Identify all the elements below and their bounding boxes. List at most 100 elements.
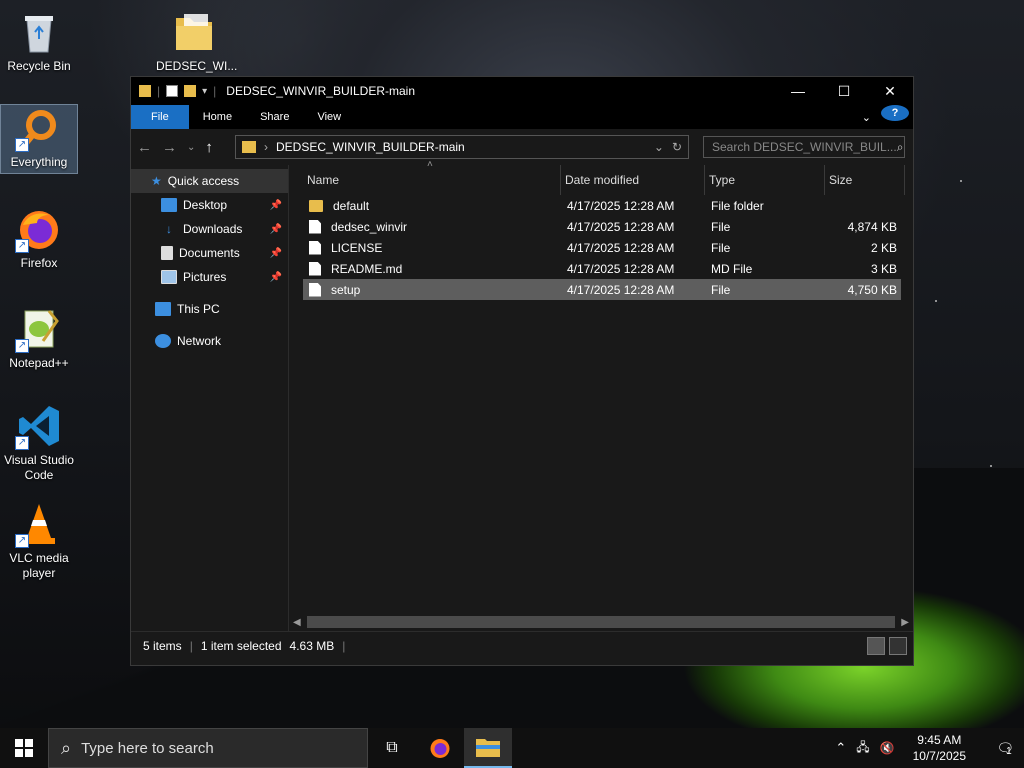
expand-ribbon-icon[interactable]: ⌄ [862,105,871,129]
tab-view[interactable]: View [303,105,355,129]
clock[interactable]: 9:45 AM 10/7/2025 [905,732,974,764]
customize-toolbar-icon[interactable]: ▾ [202,86,207,97]
file-row-dedsec-winvir[interactable]: dedsec_winvir 4/17/2025 12:28 AM File 4,… [303,216,901,237]
close-icon[interactable]: ✕ [867,77,913,105]
status-separator: | [189,638,193,653]
notification-count: 1 [1006,745,1012,757]
desktop-icon-recycle-bin[interactable]: Recycle Bin [1,8,77,74]
folder-icon [242,141,256,153]
file-icon [309,240,321,255]
status-size: 4.63 MB [289,638,335,653]
file-icon [309,261,321,276]
file-row-license[interactable]: LICENSE 4/17/2025 12:28 AM File 2 KB [303,237,901,258]
nav-item-label: Network [177,334,222,348]
desktop-icon-notepad-plus-plus[interactable]: ↗ Notepad++ [1,305,77,371]
column-header-size[interactable]: Size [825,165,905,195]
notepad-plus-plus-icon: ↗ [15,305,63,353]
action-center-button[interactable]: 🗨 1 [984,740,1024,757]
show-hidden-icons-icon[interactable]: ⌃ [835,740,846,756]
scroll-right-icon[interactable]: ▶ [901,617,909,628]
file-name: README.md [331,261,403,276]
network-tray-icon[interactable]: 🖧 [856,738,869,759]
document-icon [161,246,173,260]
horizontal-scrollbar[interactable]: ◀ ▶ [289,613,913,631]
desktop-icon-everything[interactable]: ↗ Everything [0,104,78,174]
column-header-type[interactable]: Type [705,165,825,195]
up-icon[interactable]: ↑ [205,139,213,156]
search-icon[interactable]: ⌕ [897,140,904,155]
maximize-icon[interactable]: ☐ [821,77,867,105]
file-row-setup[interactable]: setup 4/17/2025 12:28 AM File 4,750 KB [303,279,901,300]
taskbar-search-placeholder: Type here to search [81,739,214,757]
properties-icon[interactable] [166,85,179,97]
nav-item-documents[interactable]: Documents 📌 [131,241,288,265]
file-icon [309,282,321,297]
recent-locations-icon[interactable]: ⌄ [187,142,195,153]
taskbar-search-input[interactable]: ⌕ Type here to search [48,728,368,768]
tab-file[interactable]: File [131,105,189,129]
pin-icon[interactable]: 📌 [270,224,282,235]
pictures-icon [161,270,177,284]
nav-item-pictures[interactable]: Pictures 📌 [131,265,288,289]
forward-icon[interactable]: → [162,139,177,156]
large-icons-view-icon[interactable] [889,636,907,655]
nav-item-quick-access[interactable]: ★ Quick access [131,169,288,193]
column-header-date-modified[interactable]: Date modified [561,165,705,195]
desktop-icon-firefox[interactable]: ↗ Firefox [1,205,77,271]
scrollbar-thumb[interactable] [306,616,896,628]
nav-item-label: Quick access [167,174,240,188]
file-name: dedsec_winvir [331,219,408,234]
file-type: File folder [711,198,764,213]
firefox-icon: ↗ [15,205,63,253]
new-folder-icon[interactable] [184,85,197,97]
nav-item-downloads[interactable]: ↓ Downloads 📌 [131,217,288,241]
scroll-left-icon[interactable]: ◀ [293,617,301,628]
file-type: File [711,240,731,255]
search-input[interactable]: Search DEDSEC_WINVIR_BUIL... ⌕ [703,136,905,158]
shortcut-arrow-icon: ↗ [15,534,29,548]
pin-icon[interactable]: 📌 [270,200,282,211]
file-date: 4/17/2025 12:28 AM [567,282,675,297]
shortcut-arrow-icon: ↗ [15,339,29,353]
firefox-icon [430,739,450,758]
back-icon[interactable]: ← [137,139,152,156]
tab-share[interactable]: Share [246,105,303,129]
desktop-icon-dedsec-folder[interactable]: DEDSEC_WI... [156,8,237,74]
file-date: 4/17/2025 12:28 AM [567,261,675,276]
nav-item-desktop[interactable]: Desktop 📌 [131,193,288,217]
details-view-icon[interactable] [867,636,885,655]
status-separator: | [342,638,346,653]
sort-indicator-icon: ˄ [427,159,433,170]
taskbar-firefox[interactable] [416,728,464,768]
address-row: ← → ⌄ ↑ › DEDSEC_WINVIR_BUILDER-main ⌄ ↻… [131,129,913,165]
refresh-icon[interactable]: ↻ [672,140,682,154]
nav-item-label: Pictures [183,270,227,284]
nav-item-network[interactable]: Network [131,329,288,353]
title-bar[interactable]: | ▾ | DEDSEC_WINVIR_BUILDER-main — ☐ ✕ [131,77,913,105]
folder-icon [170,8,218,56]
file-type: File [711,282,731,297]
help-icon[interactable]: ? [881,105,909,121]
pin-icon[interactable]: 📌 [270,272,282,283]
address-bar[interactable]: › DEDSEC_WINVIR_BUILDER-main ⌄ ↻ [235,135,689,159]
file-row-default[interactable]: default 4/17/2025 12:28 AM File folder [303,195,901,216]
start-button[interactable] [0,728,48,768]
file-size: 4,874 KB [847,219,897,234]
nav-item-label: Documents [179,246,240,260]
file-explorer-window[interactable]: | ▾ | DEDSEC_WINVIR_BUILDER-main — ☐ ✕ F… [130,76,914,666]
address-dropdown-icon[interactable]: ⌄ [654,140,664,154]
tab-home[interactable]: Home [189,105,246,129]
desktop-icon-vlc[interactable]: ↗ VLC media player [1,500,77,581]
file-row-readme[interactable]: README.md 4/17/2025 12:28 AM MD File 3 K… [303,258,901,279]
pin-icon[interactable]: 📌 [270,248,282,259]
volume-muted-icon[interactable]: 🔇 [880,741,895,755]
nav-item-this-pc[interactable]: This PC [131,297,288,321]
navigation-pane: ★ Quick access Desktop 📌 ↓ Downloads 📌 D… [131,165,289,631]
minimize-icon[interactable]: — [775,77,821,105]
breadcrumb[interactable]: DEDSEC_WINVIR_BUILDER-main [276,140,465,154]
shortcut-arrow-icon: ↗ [15,138,29,152]
task-view-button[interactable]: ⧉ [368,728,416,768]
file-date: 4/17/2025 12:28 AM [567,219,675,234]
desktop-icon-vscode[interactable]: ↗ Visual Studio Code [1,402,77,483]
taskbar-file-explorer[interactable] [464,728,512,768]
